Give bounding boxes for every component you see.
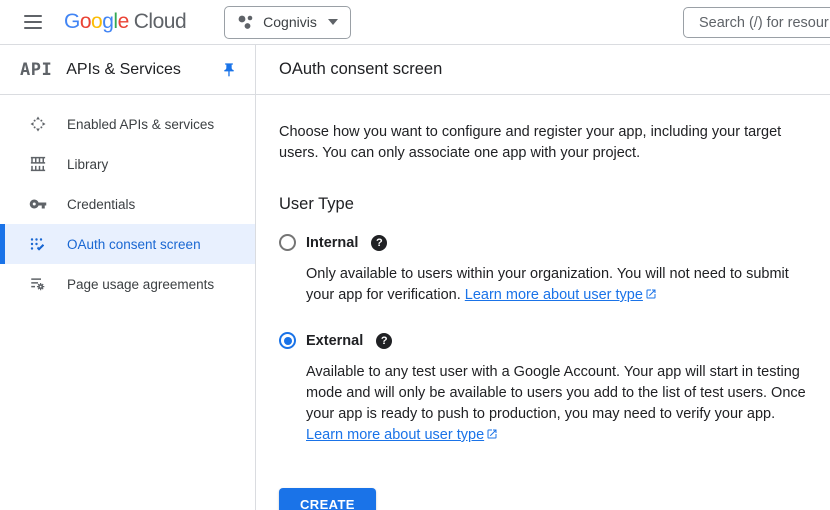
sidebar-item-label: Page usage agreements (67, 277, 214, 292)
key-icon (29, 195, 47, 213)
api-logo-icon: API (20, 60, 52, 80)
sidebar-item-oauth-consent-screen[interactable]: OAuth consent screen (0, 224, 255, 264)
search-input[interactable] (683, 7, 830, 38)
sidebar-item-label: Library (67, 157, 108, 172)
sidebar-item-label: Enabled APIs & services (67, 117, 214, 132)
top-bar: G o o g l e Cloud Cognivis (0, 0, 830, 45)
project-selector-button[interactable]: Cognivis (224, 6, 351, 39)
internal-description: Only available to users within your orga… (306, 264, 806, 307)
consent-checklist-icon (29, 235, 47, 253)
chevron-down-icon (328, 19, 338, 25)
radio-label-external: External (306, 333, 363, 349)
sidebar-title: APIs & Services (66, 61, 181, 79)
help-icon[interactable]: ? (371, 235, 387, 251)
main-content: Choose how you want to configure and reg… (256, 95, 830, 510)
sidebar-item-label: OAuth consent screen (67, 237, 201, 252)
sidebar-nav: Enabled APIs & services Library Credenti… (0, 95, 255, 304)
library-icon (29, 155, 47, 173)
radio-button-external[interactable] (279, 332, 296, 349)
user-type-heading: User Type (279, 195, 830, 214)
logo-letter: o (80, 10, 91, 34)
sidebar-item-page-usage-agreements[interactable]: Page usage agreements (0, 264, 255, 304)
sidebar-item-library[interactable]: Library (0, 144, 255, 184)
google-cloud-logo[interactable]: G o o g l e Cloud (64, 10, 186, 34)
radio-option-external[interactable]: External ? (279, 332, 830, 349)
logo-cloud-text: Cloud (134, 10, 186, 34)
sidebar-item-credentials[interactable]: Credentials (0, 184, 255, 224)
radio-label-internal: Internal (306, 235, 358, 251)
logo-letter: o (91, 10, 102, 34)
page-title: OAuth consent screen (279, 60, 442, 79)
logo-letter: G (64, 10, 80, 34)
logo-letter: g (102, 10, 113, 34)
agreements-gear-icon (29, 275, 47, 293)
menu-hamburger-icon[interactable] (24, 15, 42, 29)
enabled-apis-icon (29, 115, 47, 133)
create-button[interactable]: CREATE (279, 488, 376, 510)
radio-button-internal[interactable] (279, 234, 296, 251)
sidebar-item-enabled-apis[interactable]: Enabled APIs & services (0, 104, 255, 144)
project-name: Cognivis (263, 14, 317, 30)
sidebar: API APIs & Services Enabled APIs & servi… (0, 45, 256, 510)
sidebar-header: API APIs & Services (0, 45, 255, 95)
learn-more-link-external[interactable]: Learn more about user type (306, 427, 484, 443)
learn-more-link-internal[interactable]: Learn more about user type (465, 287, 643, 303)
external-description: Available to any test user with a Google… (306, 362, 806, 447)
main-header: OAuth consent screen (256, 45, 830, 95)
sidebar-item-label: Credentials (67, 197, 135, 212)
pin-icon[interactable] (221, 62, 237, 78)
external-link-icon (486, 426, 498, 447)
project-icon (237, 14, 254, 31)
external-link-icon (645, 286, 657, 307)
help-icon[interactable]: ? (376, 333, 392, 349)
intro-text: Choose how you want to configure and reg… (279, 122, 824, 164)
external-description-text: Available to any test user with a Google… (306, 364, 806, 422)
radio-option-internal[interactable]: Internal ? (279, 234, 830, 251)
page-layout: API APIs & Services Enabled APIs & servi… (0, 45, 830, 510)
logo-letter: e (118, 10, 129, 34)
main-panel: OAuth consent screen Choose how you want… (256, 45, 830, 510)
